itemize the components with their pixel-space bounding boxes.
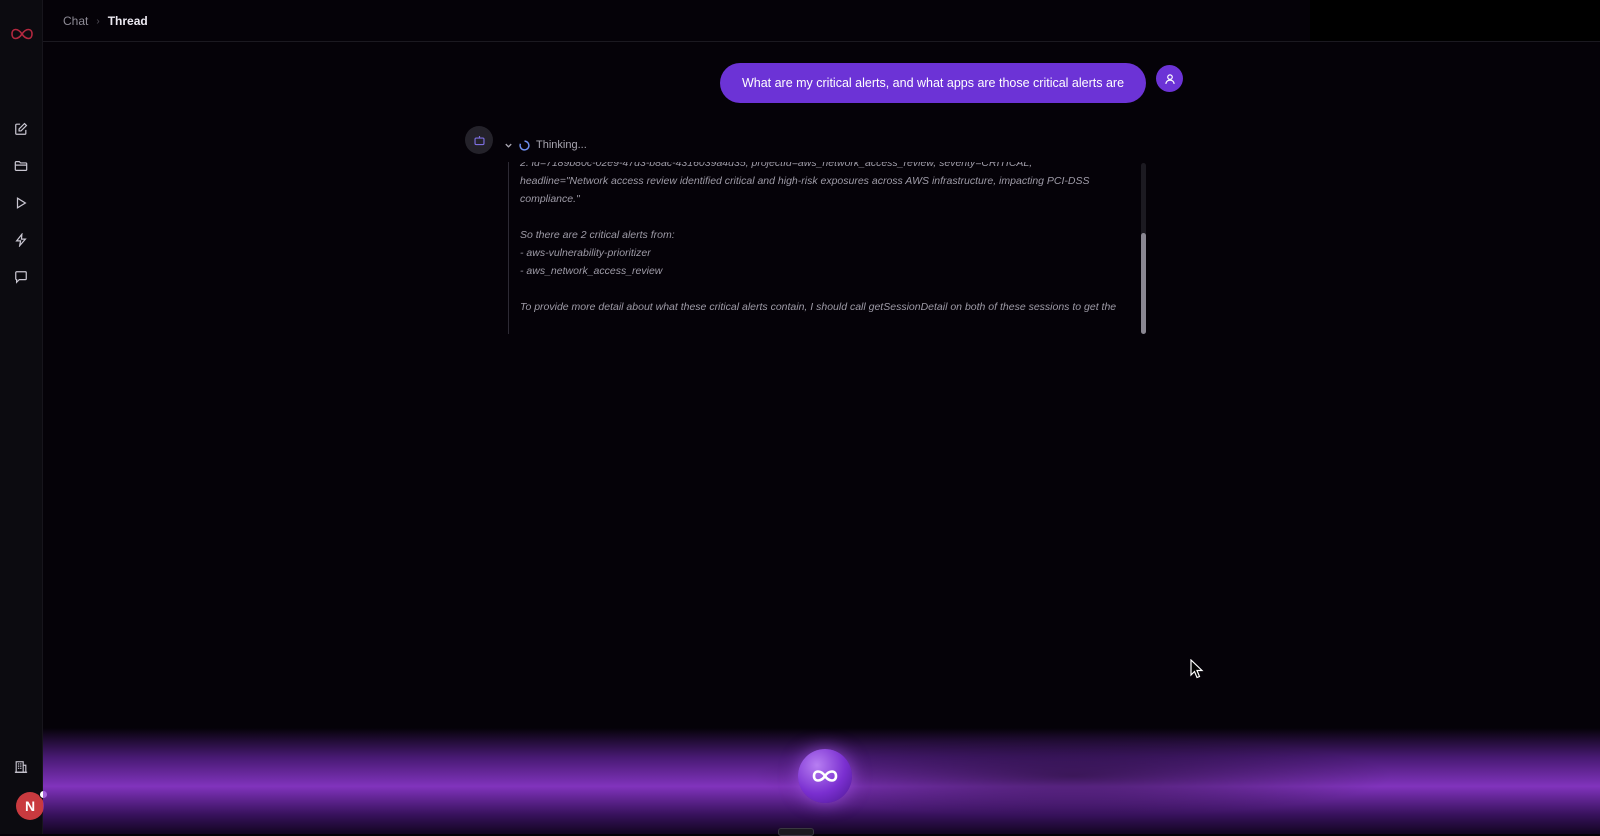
top-bar-dark-region xyxy=(1310,0,1600,41)
automations-button[interactable] xyxy=(10,229,32,251)
spinner-icon xyxy=(519,139,530,151)
edit-icon xyxy=(15,122,28,135)
play-icon xyxy=(16,197,27,209)
sidebar xyxy=(0,0,43,834)
messages-button[interactable] xyxy=(10,266,32,288)
thinking-line: To provide more detail about what these … xyxy=(520,301,1117,313)
thinking-text: 2. id=7189b80c-02e9-47d3-b8ac-4316039a4d… xyxy=(520,162,1138,334)
user-icon xyxy=(1164,73,1175,84)
building-icon xyxy=(14,761,28,773)
folder-icon xyxy=(14,161,28,171)
chevron-down-icon xyxy=(505,143,512,148)
thinking-label: Thinking... xyxy=(536,139,587,151)
thinking-line: headline="Network access review identifi… xyxy=(520,175,1090,205)
thinking-line: - aws-vulnerability-prioritizer xyxy=(520,247,651,259)
bot-icon xyxy=(473,135,485,145)
user-message-bubble: What are my critical alerts, and what ap… xyxy=(720,63,1146,103)
breadcrumb-separator: › xyxy=(96,15,100,27)
mouse-cursor-icon xyxy=(1190,659,1204,679)
assistant-avatar xyxy=(465,126,493,154)
scrollbar-thumb[interactable] xyxy=(1141,233,1146,334)
breadcrumb-chat[interactable]: Chat xyxy=(63,14,88,28)
user-message-text: What are my critical alerts, and what ap… xyxy=(741,76,1125,90)
thinking-toggle[interactable]: Thinking... xyxy=(504,139,587,151)
organization-button[interactable] xyxy=(10,756,32,778)
run-button[interactable] xyxy=(10,192,32,214)
infinity-icon xyxy=(812,770,838,782)
thinking-line: So there are 2 critical alerts from: xyxy=(520,229,675,241)
thinking-content[interactable]: 2. id=7189b80c-02e9-47d3-b8ac-4316039a4d… xyxy=(508,162,1143,334)
user-initial: N xyxy=(24,798,36,814)
lightning-icon xyxy=(15,233,27,247)
user-message-avatar xyxy=(1156,65,1183,92)
chat-icon xyxy=(15,271,27,284)
breadcrumb: Chat › Thread xyxy=(63,14,148,28)
thinking-line: - aws_network_access_review xyxy=(520,265,663,277)
home-indicator xyxy=(778,828,814,836)
projects-button[interactable] xyxy=(10,155,32,177)
new-chat-button[interactable] xyxy=(10,118,32,140)
breadcrumb-thread: Thread xyxy=(107,14,148,28)
infinity-logo-icon[interactable] xyxy=(8,25,36,43)
assistant-orb-button[interactable] xyxy=(798,749,852,803)
thinking-line: 2. id=7189b80c-02e9-47d3-b8ac-4316039a4d… xyxy=(520,162,1033,169)
